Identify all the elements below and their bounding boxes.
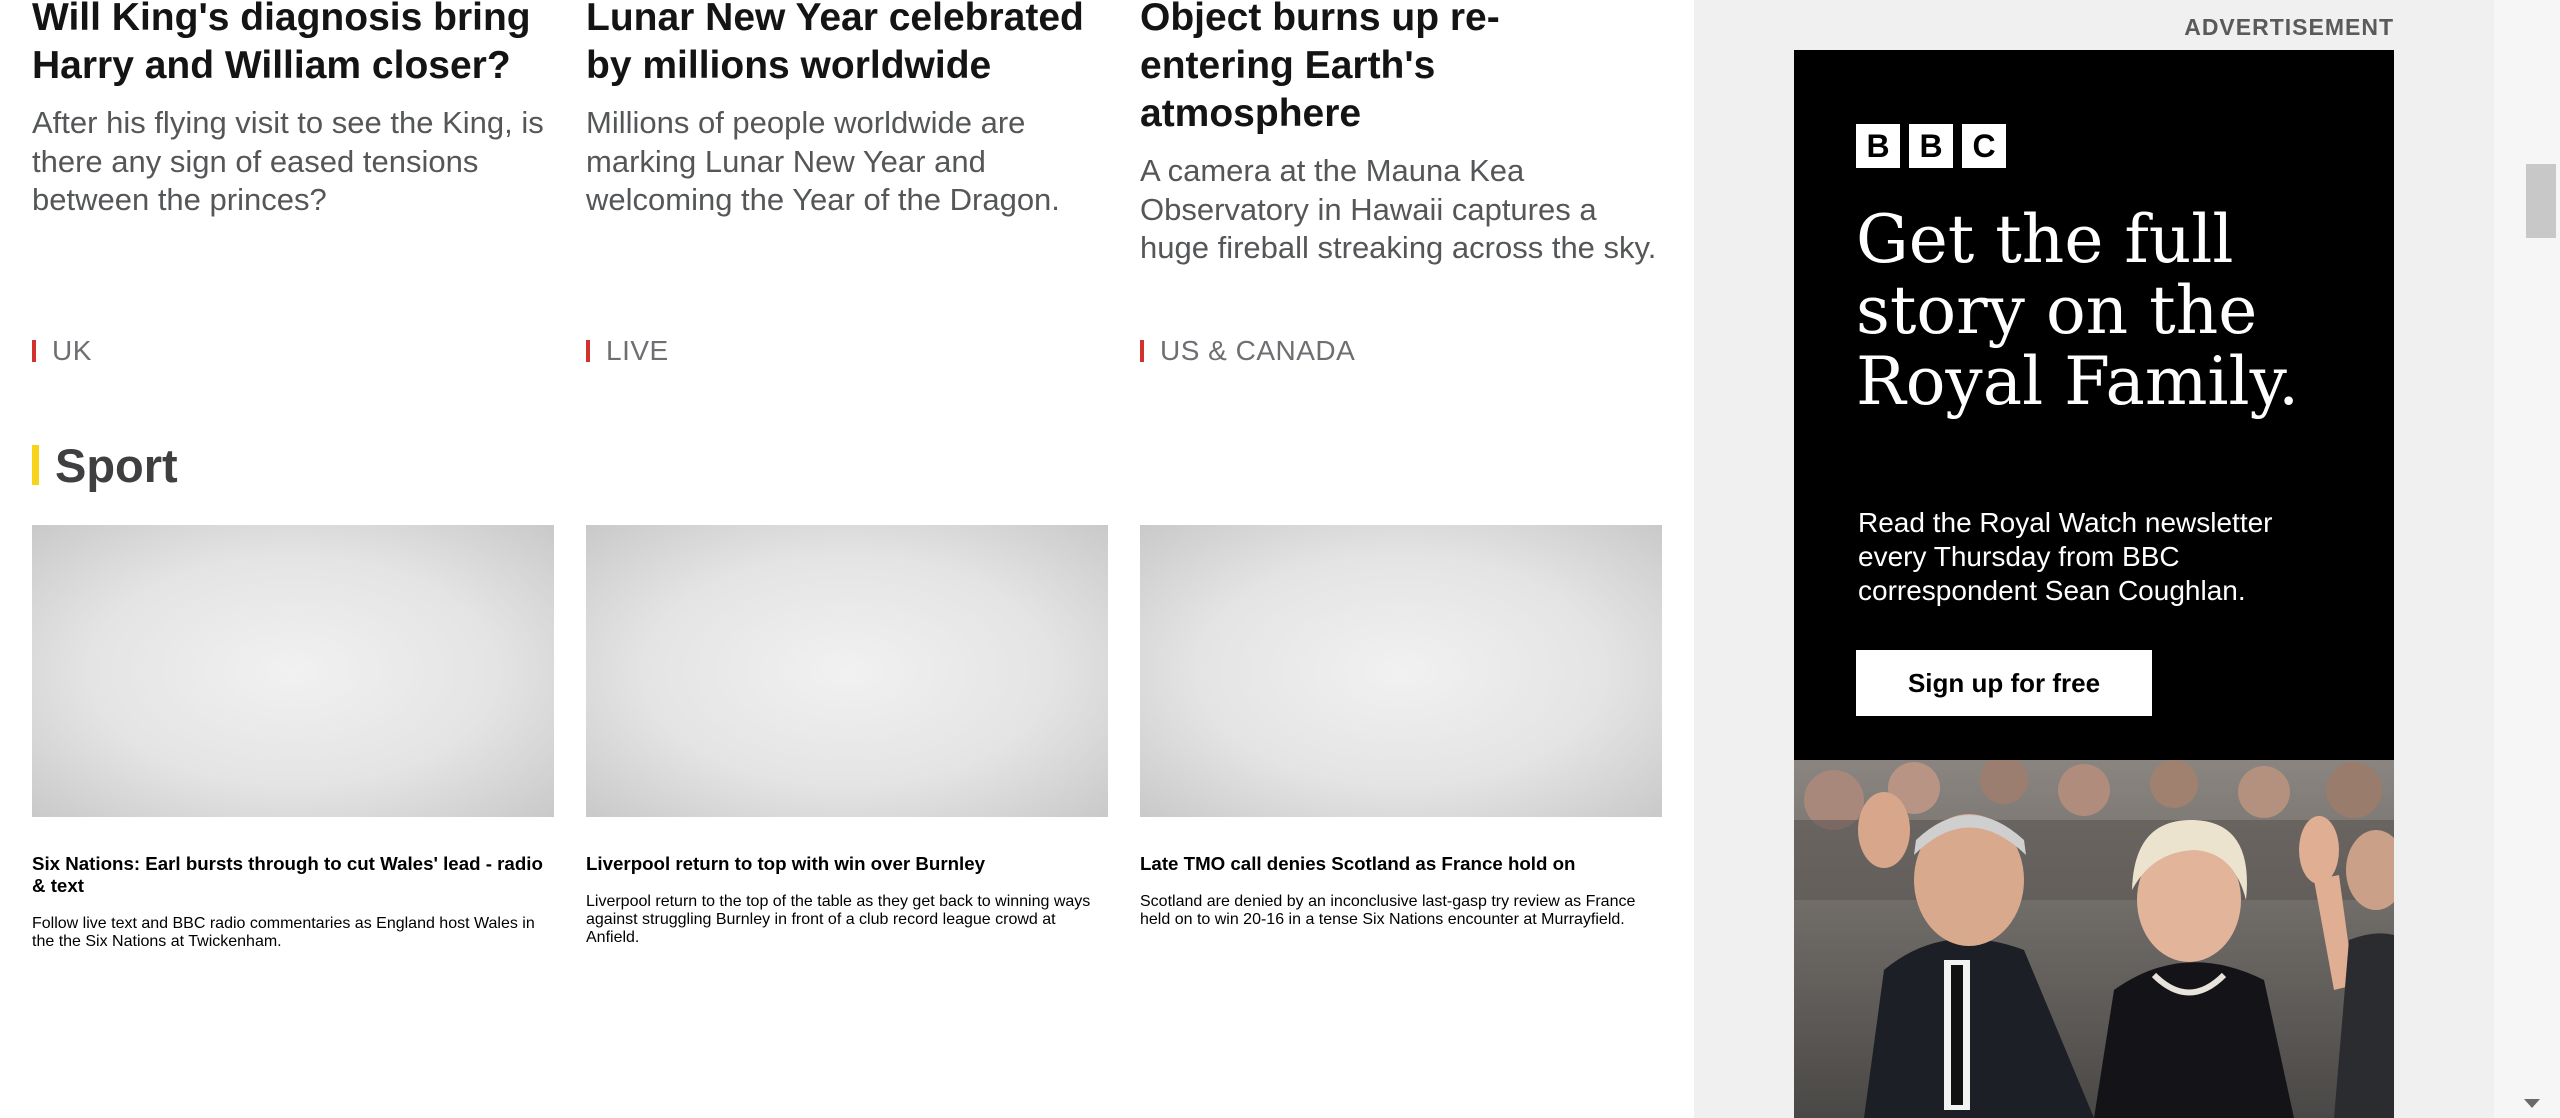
- scroll-down-arrow-icon[interactable]: [2524, 1099, 2540, 1108]
- story-headline[interactable]: Will King's diagnosis bring Harry and Wi…: [32, 0, 554, 90]
- section-title[interactable]: Sport: [55, 438, 178, 493]
- story-tag[interactable]: UK: [32, 335, 92, 367]
- story-summary: After his flying visit to see the King, …: [32, 105, 544, 217]
- story-summary: Millions of people worldwide are marking…: [586, 105, 1060, 217]
- story-image[interactable]: [1140, 525, 1662, 817]
- bbc-logo-letter: B: [1856, 124, 1900, 168]
- story-summary: Liverpool return to the top of the table…: [586, 893, 1091, 947]
- story-headline[interactable]: Object burns up re-entering Earth's atmo…: [1140, 0, 1560, 138]
- story-tag[interactable]: US & CANADA: [1140, 335, 1355, 367]
- story-headline[interactable]: Six Nations: Earl bursts through to cut …: [32, 853, 554, 897]
- story-tag[interactable]: LIVE: [586, 335, 669, 367]
- story-headline[interactable]: Lunar New Year celebrated by millions wo…: [586, 0, 1108, 90]
- advertisement-body: Read the Royal Watch newsletter every Th…: [1858, 507, 2273, 606]
- story-tag-label[interactable]: UK: [52, 335, 92, 367]
- royal-couple-photo-icon: [1794, 760, 2394, 1118]
- advertisement-headline: Get the full story on the Royal Family.: [1856, 201, 2300, 420]
- story-card[interactable]: Lunar New Year celebrated by millions wo…: [586, 0, 1108, 366]
- vertical-scrollbar[interactable]: [2494, 0, 2560, 1118]
- story-card[interactable]: Object burns up re-entering Earth's atmo…: [1140, 0, 1662, 366]
- main-content: Will King's diagnosis bring Harry and Wi…: [0, 0, 1694, 1118]
- section-heading-sport[interactable]: Sport: [32, 438, 178, 493]
- page: Will King's diagnosis bring Harry and Wi…: [0, 0, 2560, 1118]
- story-headline[interactable]: Late TMO call denies Scotland as France …: [1140, 853, 1662, 875]
- advert-rail: ADVERTISEMENT B B C Get the full story o…: [1694, 0, 2494, 1118]
- section-accent-bar: [32, 445, 39, 485]
- scrollbar-thumb[interactable]: [2526, 164, 2556, 238]
- tag-accent-bar: [1140, 340, 1144, 362]
- sport-story-card[interactable]: Six Nations: Earl bursts through to cut …: [32, 834, 554, 951]
- sign-up-button[interactable]: Sign up for free: [1856, 650, 2152, 716]
- tag-accent-bar: [586, 340, 590, 362]
- advertisement-photo[interactable]: [1794, 760, 2394, 1118]
- story-headline[interactable]: Liverpool return to top with win over Bu…: [586, 853, 1108, 875]
- story-image[interactable]: [586, 525, 1108, 817]
- advertisement-label: ADVERTISEMENT: [2184, 14, 2394, 40]
- bbc-logo-letter: C: [1962, 124, 2006, 168]
- story-image[interactable]: [32, 525, 554, 817]
- story-summary: Follow live text and BBC radio commentar…: [32, 915, 535, 951]
- sport-story-card[interactable]: Liverpool return to top with win over Bu…: [586, 834, 1108, 947]
- story-card[interactable]: Will King's diagnosis bring Harry and Wi…: [32, 0, 554, 366]
- story-summary: Scotland are denied by an inconclusive l…: [1140, 893, 1636, 929]
- story-tag-label[interactable]: LIVE: [606, 335, 669, 367]
- story-summary: A camera at the Mauna Kea Observatory in…: [1140, 153, 1657, 265]
- bbc-logo-letter: B: [1909, 124, 1953, 168]
- tag-accent-bar: [32, 340, 36, 362]
- bbc-logo: B B C: [1856, 124, 2006, 168]
- sport-story-card[interactable]: Late TMO call denies Scotland as France …: [1140, 834, 1662, 929]
- story-tag-label[interactable]: US & CANADA: [1160, 335, 1355, 367]
- advertisement-banner[interactable]: B B C Get the full story on the Royal Fa…: [1794, 50, 2394, 760]
